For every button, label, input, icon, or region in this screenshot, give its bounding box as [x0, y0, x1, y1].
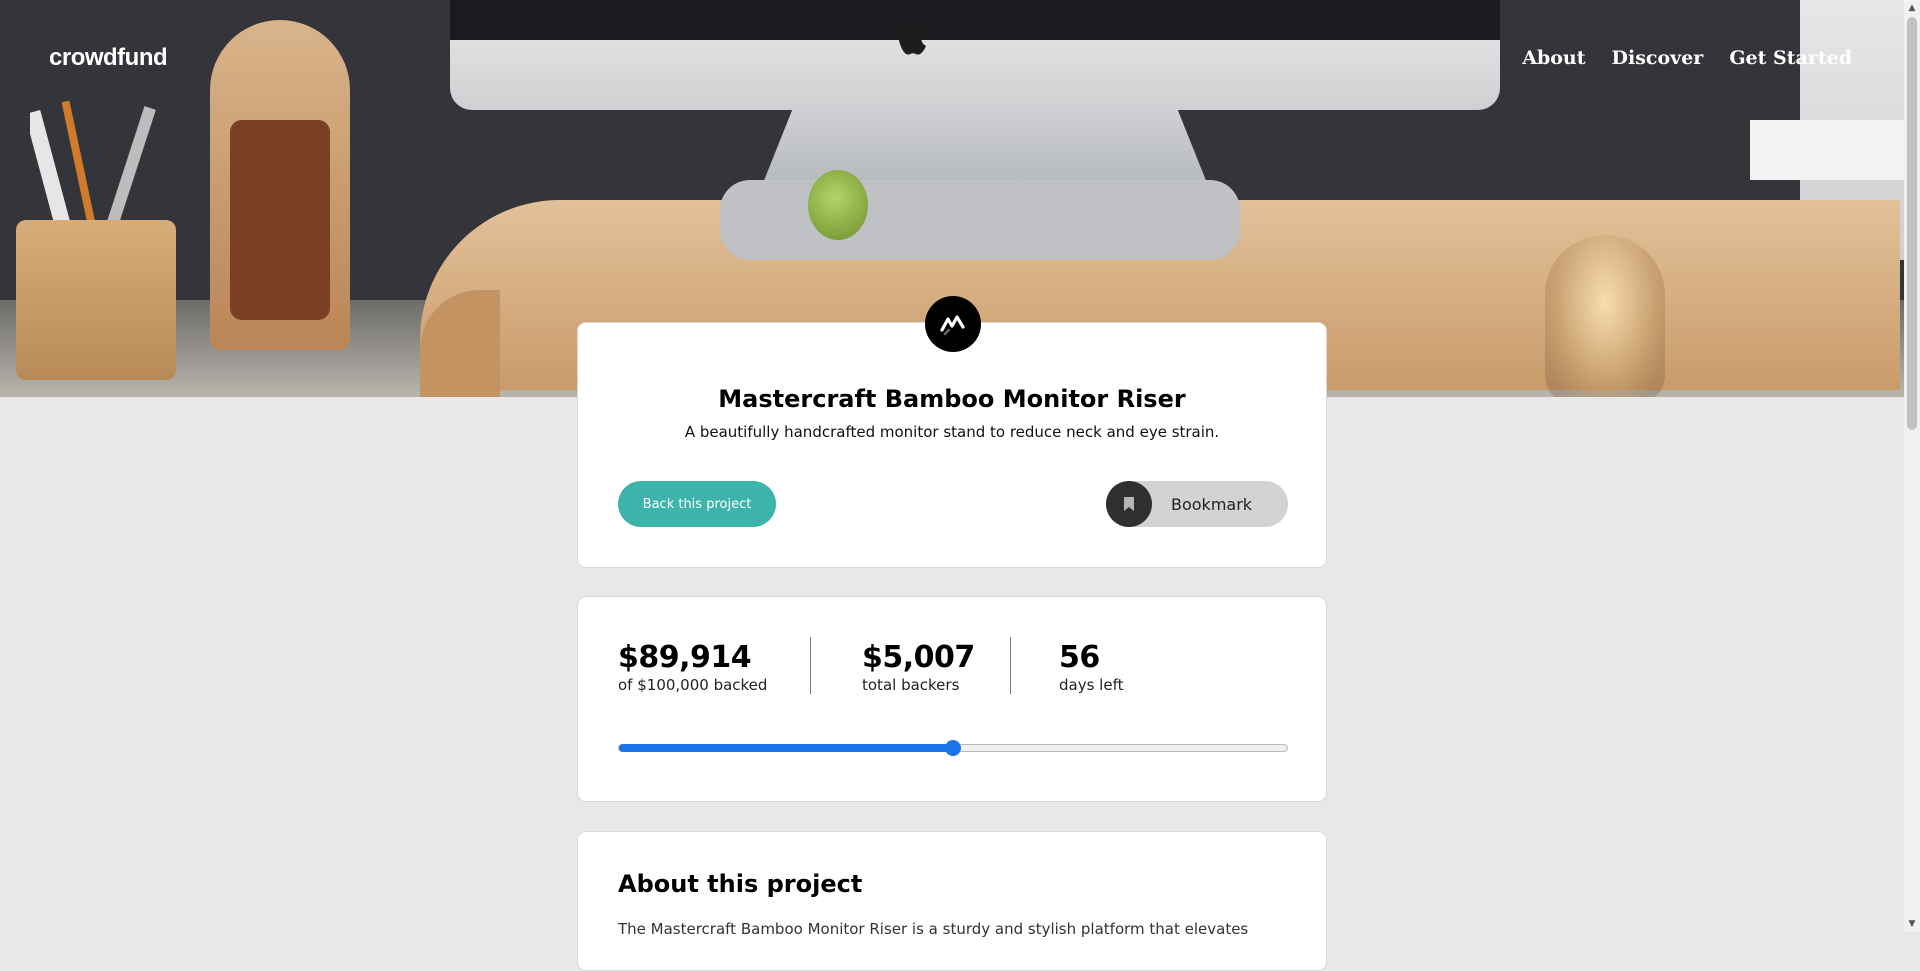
stat-backers: $5,007 total backers	[862, 640, 975, 695]
back-project-button[interactable]: Back this project	[618, 481, 776, 527]
nav-link-get-started[interactable]: Get Started	[1729, 47, 1852, 69]
project-subtitle: A beautifully handcrafted monitor stand …	[684, 423, 1220, 441]
stat-backed: $89,914 of $100,000 backed	[618, 640, 768, 695]
about-text: The Mastercraft Bamboo Monitor Riser is …	[618, 920, 1249, 938]
about-title: About this project	[618, 870, 863, 898]
backers-label: total backers	[862, 676, 960, 694]
backed-label: of $100,000 backed	[618, 676, 768, 694]
nav-link-about[interactable]: About	[1522, 47, 1585, 69]
project-title: Mastercraft Bamboo Monitor Riser	[718, 385, 1186, 413]
bookmark-button[interactable]: Bookmark	[1106, 481, 1288, 527]
stat-divider	[1010, 637, 1011, 694]
scroll-down-arrow-icon[interactable]: ▼	[1904, 916, 1920, 932]
scroll-up-arrow-icon[interactable]: ▲	[1904, 0, 1920, 16]
project-intro-card: Mastercraft Bamboo Monitor Riser A beaut…	[577, 322, 1327, 568]
backers-count: $5,007	[862, 640, 975, 675]
days-left-count: 56	[1059, 640, 1100, 675]
scroll-thumb[interactable]	[1907, 17, 1917, 430]
about-project-card: About this project The Mastercraft Bambo…	[577, 831, 1327, 971]
progress-thumb[interactable]	[945, 740, 961, 756]
bookmark-label: Bookmark	[1171, 494, 1253, 514]
progress-fill	[619, 744, 953, 752]
bookmark-icon	[1106, 481, 1152, 527]
stat-days: 56 days left	[1059, 640, 1124, 695]
main-nav: About Discover Get Started	[1522, 47, 1852, 69]
nav-link-discover[interactable]: Discover	[1612, 47, 1704, 69]
page-scrollbar[interactable]: ▲ ▼	[1904, 0, 1920, 932]
funding-progress-slider[interactable]	[618, 740, 1288, 756]
apple-logo-icon	[898, 12, 926, 55]
project-stats-card: $89,914 of $100,000 backed $5,007 total …	[577, 596, 1327, 802]
mastercraft-logo-icon	[925, 296, 981, 352]
days-left-label: days left	[1059, 676, 1124, 694]
backed-amount: $89,914	[618, 640, 752, 675]
site-logo[interactable]: crowdfund	[49, 44, 168, 72]
stat-divider	[810, 637, 811, 694]
